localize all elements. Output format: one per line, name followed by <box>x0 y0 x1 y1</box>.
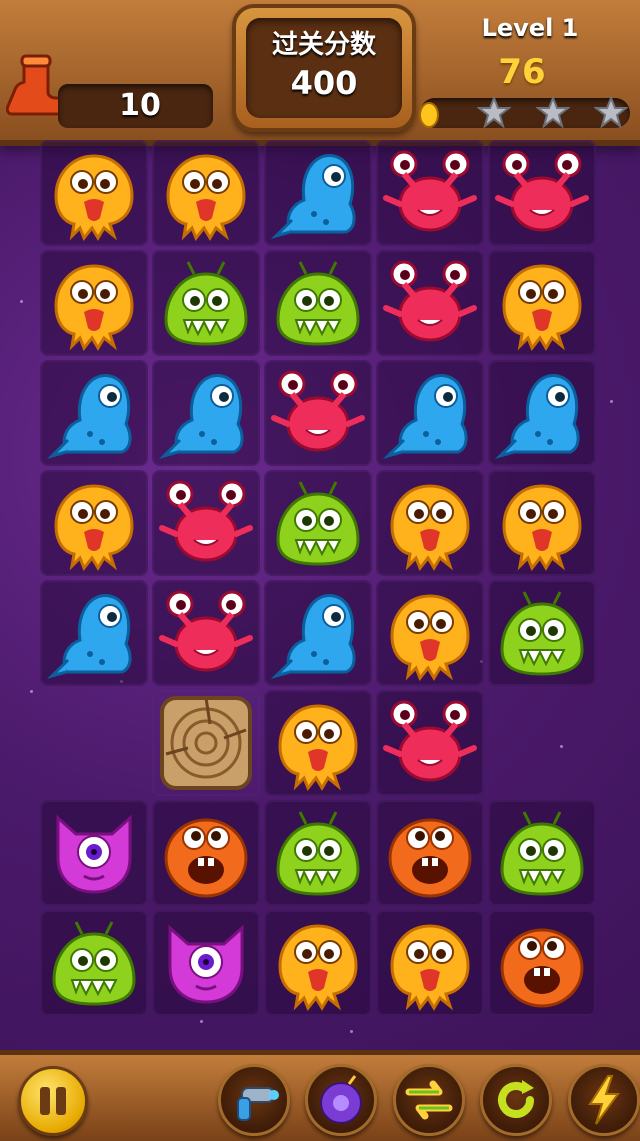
board-cell[interactable] <box>264 140 372 246</box>
moves-left-value: 10 <box>119 88 161 123</box>
yellow-monster-icon <box>390 594 470 681</box>
yellow-monster-icon <box>390 484 470 571</box>
bomb-button[interactable] <box>305 1064 377 1136</box>
refresh-button[interactable] <box>480 1064 552 1136</box>
board-cell[interactable] <box>264 800 372 906</box>
board-cell[interactable] <box>152 470 260 576</box>
board-cell[interactable] <box>40 470 148 576</box>
red-crab-icon <box>383 150 477 232</box>
board-cell[interactable] <box>488 140 596 246</box>
red-crab-icon <box>271 370 365 452</box>
board-cell[interactable] <box>264 250 372 356</box>
green-monster-icon <box>276 261 360 346</box>
star-icon-2 <box>536 96 570 129</box>
board-cell[interactable] <box>40 140 148 246</box>
board-cell[interactable] <box>152 800 260 906</box>
blue-monster-icon <box>46 374 132 460</box>
board-cell[interactable] <box>376 690 484 796</box>
board-cell[interactable] <box>152 360 260 466</box>
board-cell[interactable] <box>376 140 484 246</box>
yellow-monster-icon <box>390 924 470 1011</box>
purple-monster-icon <box>168 924 244 1004</box>
ray-gun-button[interactable] <box>218 1064 290 1136</box>
board-cell[interactable] <box>152 250 260 356</box>
blue-monster-icon <box>270 154 356 240</box>
orange-monster-icon <box>388 818 472 898</box>
board-cell[interactable] <box>376 800 484 906</box>
lightning-icon <box>588 1075 620 1125</box>
blue-monster-icon <box>494 374 580 460</box>
orange-monster-icon <box>164 818 248 898</box>
green-monster-icon <box>276 481 360 566</box>
target-score-plaque: 过关分数 400 <box>232 4 416 132</box>
board-cell[interactable] <box>264 910 372 1016</box>
game-board <box>40 140 600 1016</box>
level-label: Level 1 <box>481 14 579 42</box>
red-crab-icon <box>383 700 477 782</box>
board-cell[interactable] <box>40 800 148 906</box>
bomb-icon <box>320 1075 362 1124</box>
board-cell[interactable] <box>152 910 260 1016</box>
board-cell[interactable] <box>40 910 148 1016</box>
board-cell[interactable] <box>376 470 484 576</box>
yellow-monster-icon <box>502 484 582 571</box>
blue-monster-icon <box>382 374 468 460</box>
refresh-icon <box>498 1080 534 1118</box>
lightning-button[interactable] <box>568 1064 640 1136</box>
board-cell[interactable] <box>488 910 596 1016</box>
green-monster-icon <box>500 811 584 896</box>
wood-block-icon <box>160 696 252 790</box>
blue-monster-icon <box>158 374 244 460</box>
orange-monster-icon <box>500 928 584 1008</box>
red-crab-icon <box>495 150 589 232</box>
blue-monster-icon <box>46 594 132 680</box>
blue-monster-icon <box>270 594 356 680</box>
green-monster-icon <box>164 261 248 346</box>
yellow-monster-icon <box>278 704 358 791</box>
yellow-monster-icon <box>54 264 134 351</box>
board-cell[interactable] <box>264 690 372 796</box>
board-cell[interactable] <box>152 690 260 796</box>
board-cell[interactable] <box>376 360 484 466</box>
board-cell[interactable] <box>376 580 484 686</box>
board-cell[interactable] <box>488 250 596 356</box>
board-cell[interactable] <box>488 800 596 906</box>
board-cell[interactable] <box>40 580 148 686</box>
board-cell[interactable] <box>264 360 372 466</box>
purple-monster-icon <box>56 814 132 894</box>
red-crab-icon <box>159 480 253 562</box>
yellow-monster-icon <box>278 924 358 1011</box>
red-crab-icon <box>159 590 253 672</box>
board-cell[interactable] <box>376 910 484 1016</box>
board-cell[interactable] <box>40 250 148 356</box>
star-icon-3 <box>594 96 628 129</box>
board-cell[interactable] <box>488 470 596 576</box>
shuffle-icon <box>405 1080 453 1120</box>
board-cell[interactable] <box>264 580 372 686</box>
board-cell[interactable] <box>488 580 596 686</box>
green-monster-icon <box>52 921 136 1006</box>
yellow-monster-icon <box>54 154 134 241</box>
target-score-value: 400 <box>290 64 358 102</box>
red-crab-icon <box>383 260 477 342</box>
current-score: 76 <box>498 52 546 92</box>
yellow-monster-icon <box>166 154 246 241</box>
pause-button[interactable] <box>18 1066 88 1136</box>
board-cell[interactable] <box>264 470 372 576</box>
yellow-monster-icon <box>54 484 134 571</box>
shuffle-button[interactable] <box>393 1064 465 1136</box>
yellow-monster-icon <box>502 264 582 351</box>
board-cell[interactable] <box>152 580 260 686</box>
board-cell[interactable] <box>376 250 484 356</box>
gold-drop-icon <box>419 102 439 128</box>
star-icon-1 <box>477 96 511 129</box>
board-cell[interactable] <box>488 360 596 466</box>
green-monster-icon <box>500 591 584 676</box>
ray-gun-icon <box>237 1087 279 1121</box>
board-cell[interactable] <box>152 140 260 246</box>
board-cell[interactable] <box>40 360 148 466</box>
green-monster-icon <box>276 811 360 896</box>
target-score-title: 过关分数 <box>271 30 376 60</box>
